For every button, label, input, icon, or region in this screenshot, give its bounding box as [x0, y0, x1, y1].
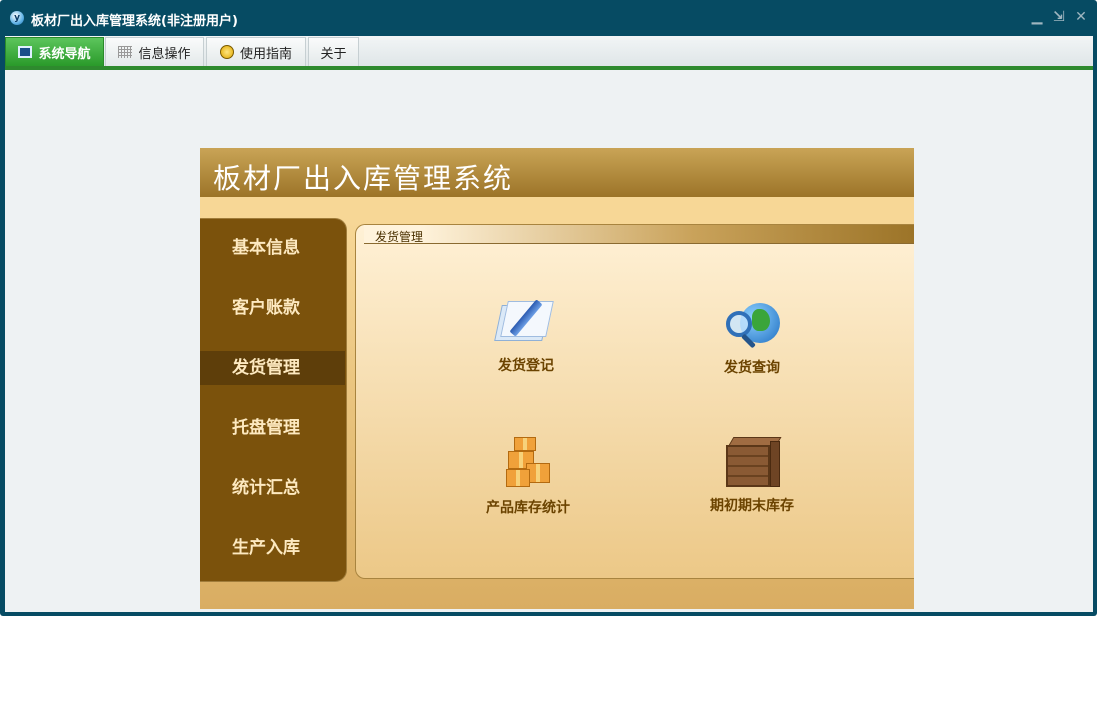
content-area: 发货管理 发货登记 发货查询 产品库存统计 期初期末库存	[355, 224, 914, 579]
close-icon[interactable]: ✕	[1073, 9, 1089, 25]
stock-icon	[504, 435, 552, 491]
tab-info-ops[interactable]: 信息操作	[105, 37, 204, 66]
tab-label: 信息操作	[138, 46, 191, 62]
tab-label: 使用指南	[239, 46, 292, 62]
side-menu: 基本信息 客户账款 发货管理 托盘管理 统计汇总 生产入库	[200, 218, 347, 582]
menu-item-basic-info[interactable]: 基本信息	[200, 231, 345, 265]
function-label: 产品库存统计	[486, 500, 570, 516]
guide-icon	[219, 45, 234, 59]
tab-user-guide[interactable]: 使用指南	[206, 37, 306, 66]
restore-icon[interactable]: ⇲	[1051, 9, 1067, 25]
tab-bar: 系统导航 信息操作 使用指南 关于	[5, 36, 1093, 66]
query-icon	[722, 295, 782, 351]
tab-about[interactable]: 关于	[308, 37, 359, 66]
monitor-icon	[18, 46, 33, 58]
shipping-query-button[interactable]: 发货查询	[704, 295, 800, 377]
minimize-icon[interactable]: ▁	[1029, 9, 1045, 25]
function-label: 发货登记	[498, 358, 554, 374]
menu-item-statistics[interactable]: 统计汇总	[200, 471, 345, 505]
shipping-register-button[interactable]: 发货登记	[478, 295, 574, 375]
app-window: y 板材厂出入库管理系统(非注册用户) ▁ ⇲ ✕ 系统导航 信息操作 使用指南…	[0, 0, 1097, 616]
window-title: 板材厂出入库管理系统(非注册用户)	[31, 14, 238, 29]
app-logo-icon: y	[10, 11, 24, 25]
content-header: 发货管理	[364, 225, 914, 244]
menu-item-shipping[interactable]: 发货管理	[200, 351, 345, 385]
tab-divider	[5, 66, 1093, 70]
function-label: 期初期末库存	[710, 498, 794, 514]
stock-statistics-button[interactable]: 产品库存统计	[468, 435, 588, 517]
grid-icon	[118, 46, 133, 58]
tab-label: 关于	[320, 46, 347, 62]
register-icon	[494, 295, 556, 349]
title-bar[interactable]: y 板材厂出入库管理系统(非注册用户) ▁ ⇲ ✕	[0, 0, 1097, 36]
client-area: 系统导航 信息操作 使用指南 关于 板材厂出入库管理系统 基本信息 客户账款 发…	[5, 36, 1093, 612]
function-label: 发货查询	[724, 360, 780, 376]
panel-title: 板材厂出入库管理系统	[213, 162, 514, 195]
tab-system-nav[interactable]: 系统导航	[5, 37, 104, 66]
tab-label: 系统导航	[38, 46, 91, 62]
panel-header: 板材厂出入库管理系统	[200, 148, 914, 197]
content-title: 发货管理	[375, 230, 424, 244]
period-stock-button[interactable]: 期初期末库存	[690, 435, 814, 515]
navigation-panel: 板材厂出入库管理系统 基本信息 客户账款 发货管理 托盘管理 统计汇总 生产入库…	[200, 148, 914, 609]
menu-item-customer-accounts[interactable]: 客户账款	[200, 291, 345, 325]
crate-icon	[724, 435, 782, 489]
menu-item-production-in[interactable]: 生产入库	[200, 531, 345, 565]
menu-item-pallet[interactable]: 托盘管理	[200, 411, 345, 445]
